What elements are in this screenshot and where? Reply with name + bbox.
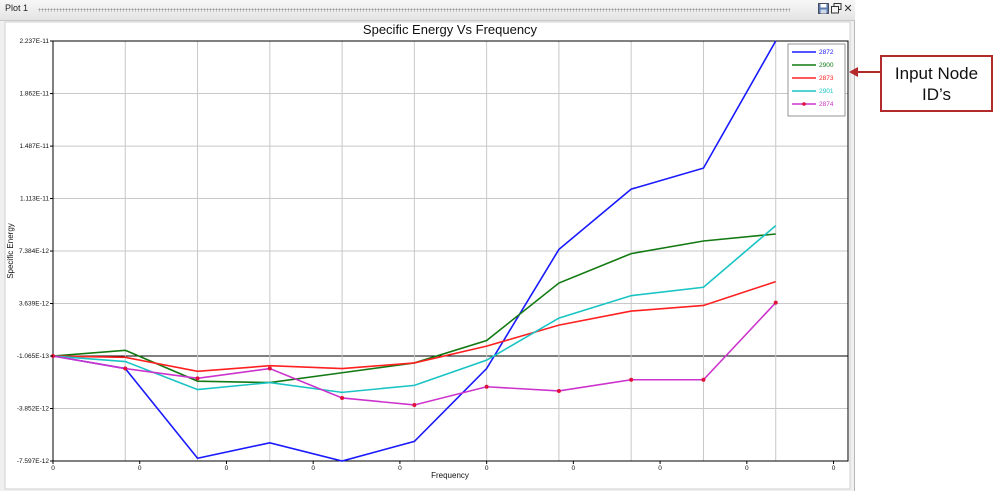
series-point-2874 [340, 395, 345, 400]
y-tick-label: 3.639E-12 [19, 301, 49, 308]
callout-box: Input Node ID’s [880, 55, 993, 112]
legend-label-2901: 2901 [819, 88, 834, 95]
y-tick-label: 1.487E-11 [19, 143, 49, 150]
x-tick-label: 0 [51, 465, 55, 472]
save-icon[interactable] [817, 3, 829, 15]
callout-text: Input Node ID’s [894, 63, 979, 104]
series-point-2874 [412, 402, 417, 407]
line-chart: Specific Energy Vs Frequency -7.597E-12 -… [4, 21, 851, 490]
x-axis-label: Frequency [431, 471, 469, 480]
y-axis-label: Specific Energy [6, 223, 15, 279]
series-point-2874 [195, 376, 200, 381]
legend-label-2873: 2873 [819, 75, 834, 82]
x-tick-label: 0 [138, 465, 142, 472]
x-tick-label: 0 [745, 465, 749, 472]
restore-icon[interactable] [830, 3, 842, 15]
window-title: Plot 1 [5, 3, 29, 13]
series-point-2874 [123, 366, 128, 371]
series-point-2874 [701, 377, 706, 382]
series-point-2874 [629, 377, 634, 382]
x-tick-label: 0 [832, 465, 836, 472]
y-tick-label: -3.852E-12 [17, 406, 50, 413]
legend-label-2900: 2900 [819, 62, 834, 69]
chart-background [4, 21, 851, 490]
x-tick-label: 0 [572, 465, 576, 472]
chart-title: Specific Energy Vs Frequency [363, 22, 538, 37]
series-point-2874 [773, 300, 778, 305]
window-titlebar[interactable]: Plot 1 ✕ [0, 0, 855, 21]
plot-area: Specific Energy Vs Frequency -7.597E-12 -… [0, 20, 855, 491]
y-tick-label: -1.065E-13 [17, 353, 50, 360]
legend-box [787, 43, 846, 117]
callout-arrow [849, 67, 881, 77]
series-point-2874 [484, 384, 489, 389]
close-icon[interactable]: ✕ [842, 3, 854, 15]
legend-label-2874: 2874 [819, 101, 834, 108]
y-tick-label: 7.384E-12 [19, 248, 49, 255]
x-tick-label: 0 [398, 465, 402, 472]
x-tick-label: 0 [485, 465, 489, 472]
legend-label-2872: 2872 [819, 49, 834, 56]
y-tick-label: 2.237E-11 [19, 38, 49, 45]
legend-marker [802, 102, 806, 106]
x-tick-label: 0 [658, 465, 662, 472]
series-point-2874 [556, 388, 561, 393]
x-tick-label: 0 [311, 465, 315, 472]
y-tick-label: 1.113E-11 [20, 196, 49, 203]
plot-window: Plot 1 ✕ Specific Energy Vs Frequency -7… [0, 0, 855, 491]
y-tick-label: 1.862E-11 [19, 91, 49, 98]
titlebar-grip [38, 8, 790, 12]
x-tick-label: 0 [225, 465, 229, 472]
y-tick-label: -7.597E-12 [17, 458, 50, 465]
series-point-2874 [267, 366, 272, 371]
